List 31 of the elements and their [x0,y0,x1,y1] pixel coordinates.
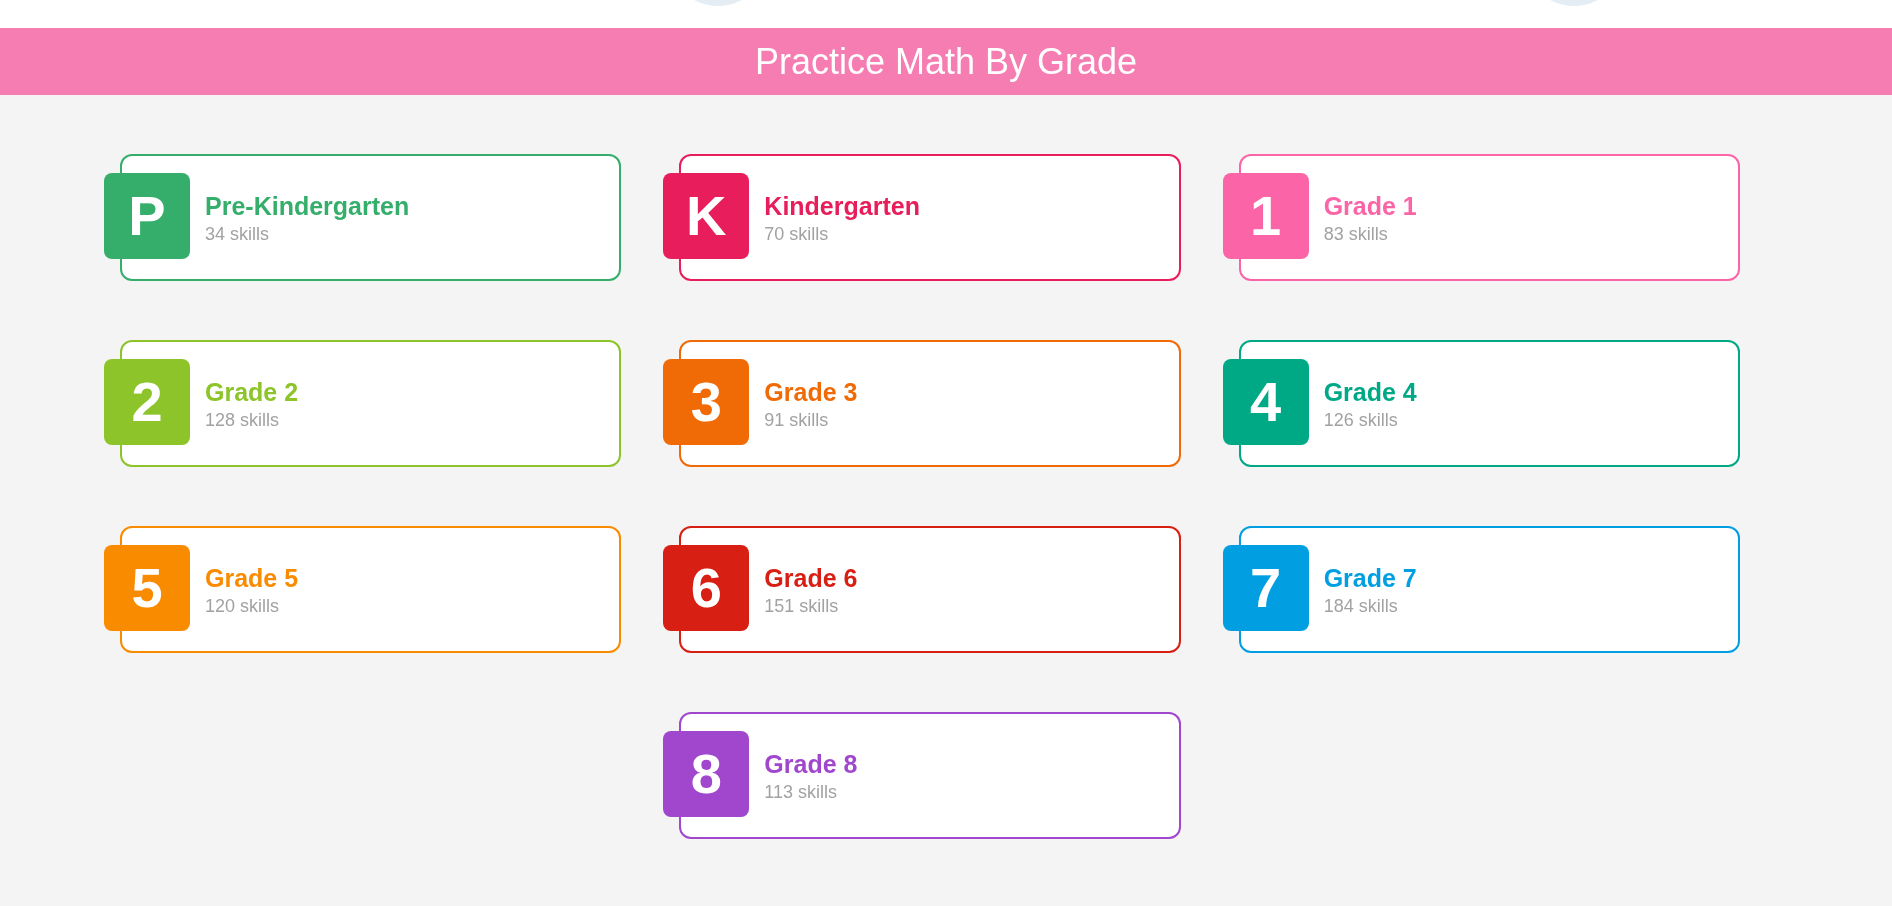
skill-count: 126 skills [1323,408,1399,432]
grade-title: Grade 6 [764,562,859,594]
skill-count: 34 skills [205,222,271,246]
grade-title: Pre-Kindergarten [205,190,411,222]
grade-title: Grade 7 [1323,562,1418,594]
grade-tile: 4 [1222,359,1309,445]
grade-tile: 7 [1222,545,1309,631]
grade-title: Grade 3 [764,376,859,408]
skill-count: 113 skills [764,780,839,804]
grade-tile: 8 [663,731,750,817]
grade-tile: 6 [663,545,750,631]
grade-tile: P [104,173,190,259]
grade-tile: 3 [663,359,750,445]
grade-title: Kindergarten [764,190,921,222]
grade-title: Grade 4 [1323,376,1418,408]
skill-count: 184 skills [1323,594,1399,618]
skill-count: 91 skills [764,408,830,432]
grade-tile: 2 [104,359,190,445]
skill-count: 70 skills [764,222,830,246]
skill-count: 83 skills [1323,222,1389,246]
grade-title: Grade 1 [1323,190,1418,222]
skill-count: 120 skills [205,594,281,618]
grade-tile: 5 [104,545,190,631]
skill-count: 128 skills [205,408,281,432]
page-title: Practice Math By Grade [754,43,1138,80]
grade-title: Grade 5 [205,562,300,594]
grade-title: Grade 2 [205,376,300,408]
skill-count: 151 skills [764,594,840,618]
grade-tile: 1 [1222,173,1309,259]
grade-title: Grade 8 [764,748,859,780]
grade-tile: K [663,173,750,259]
